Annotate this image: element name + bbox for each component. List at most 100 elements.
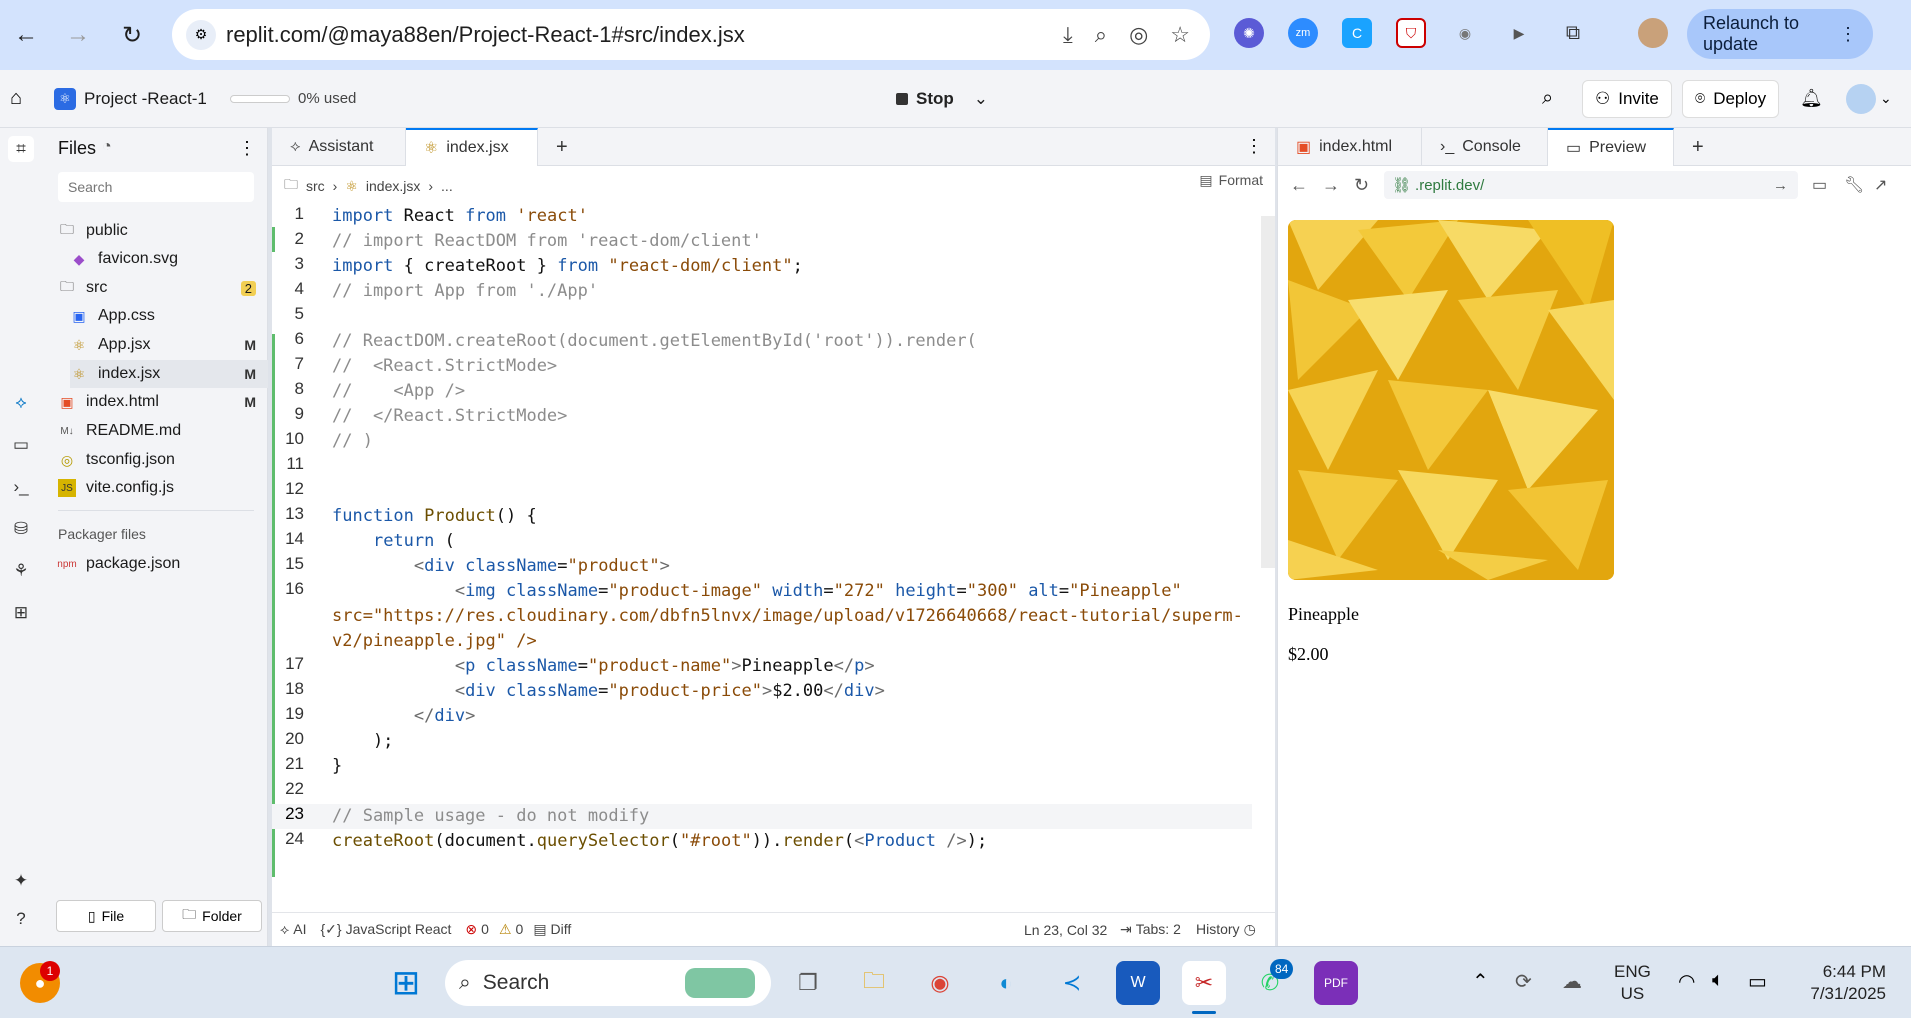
git-icon[interactable]: ⚘ [8, 558, 34, 584]
agent-icon[interactable]: ⟡ [8, 390, 34, 416]
extension-icon[interactable]: ✺ [1234, 18, 1264, 48]
new-tab-button[interactable]: + [1674, 128, 1722, 166]
tab-index-jsx[interactable]: ⚛ index.jsx [406, 128, 538, 166]
site-info-icon[interactable]: ⚙ [186, 19, 216, 50]
new-file-button[interactable]: ▯ File [56, 900, 156, 932]
zoom-ext-icon[interactable]: zm [1288, 18, 1318, 48]
pdf-app-icon[interactable]: PDF [1314, 961, 1358, 1005]
camera-icon[interactable]: ◉ [1450, 18, 1480, 48]
breadcrumb-item[interactable]: ... [441, 178, 453, 194]
files-menu-icon[interactable]: ⋮ [238, 138, 256, 159]
tree-file-package-json[interactable]: npm package.json [57, 550, 180, 578]
vscode-icon[interactable]: ≺ [1050, 961, 1094, 1005]
new-tab-button[interactable]: + [538, 128, 586, 166]
terminal-icon[interactable]: ›_ [8, 474, 34, 500]
tree-file-vite-config[interactable]: JS vite.config.js [58, 474, 174, 502]
puzzle-icon[interactable]: ⧉ [1558, 18, 1588, 48]
tabs-status[interactable]: ⇥ Tabs: 2 [1120, 921, 1181, 938]
forward-icon[interactable]: → [58, 15, 98, 55]
cursor-position[interactable]: Ln 23, Col 32 [1024, 922, 1107, 938]
tab-console[interactable]: ›_ Console [1422, 128, 1548, 166]
devices-icon[interactable]: ▭ [1812, 175, 1827, 195]
back-icon[interactable]: ← [1290, 175, 1308, 196]
battery-icon[interactable]: ▭ [1748, 969, 1767, 994]
back-icon[interactable]: ← [6, 15, 46, 55]
tree-file-readme[interactable]: M↓ README.md [58, 417, 181, 445]
chevron-up-icon[interactable]: ⌃ [1472, 969, 1489, 994]
c-ext-icon[interactable]: C [1342, 18, 1372, 48]
edge-icon[interactable]: ◐ [984, 961, 1028, 1005]
url-text[interactable]: replit.com/@maya88en/Project-React-1#src… [226, 22, 745, 48]
tree-file-favicon[interactable]: ◆ favicon.svg [70, 245, 178, 273]
eye-off-icon[interactable]: ◎ [1129, 22, 1148, 48]
search-icon[interactable]: ⌕ [1542, 87, 1553, 110]
word-icon[interactable]: W [1116, 961, 1160, 1005]
snipping-tool-icon[interactable]: ✂ [1182, 961, 1226, 1005]
stop-button[interactable]: Stop ⌄ [896, 80, 988, 118]
wifi-icon[interactable]: ◠ [1678, 969, 1695, 994]
chevron-down-icon[interactable]: ⌄ [974, 89, 988, 109]
reload-icon[interactable]: ↻ [1354, 175, 1369, 196]
relaunch-button[interactable]: Relaunch to update ⋮ [1687, 9, 1873, 59]
video-icon[interactable]: ▶ [1504, 18, 1534, 48]
taskbar-search[interactable]: ⌕ Search [445, 960, 771, 1006]
clock[interactable]: 6:44 PM 7/31/2025 [1790, 961, 1886, 1005]
breadcrumb-item[interactable]: src [306, 178, 325, 194]
devtools-icon[interactable]: 🔧︎ [1844, 175, 1864, 195]
tree-file-app-css[interactable]: ▣ App.css [70, 302, 155, 330]
invite-button[interactable]: ⚇ Invite [1582, 79, 1672, 118]
file-search-input[interactable] [58, 172, 254, 202]
tree-folder-public[interactable]: 🗀 public [58, 217, 128, 245]
windows-start-icon[interactable]: ⊞ [384, 961, 428, 1005]
editor-menu-icon[interactable]: ⋮ [1245, 136, 1263, 157]
tree-file-tsconfig[interactable]: ◎ tsconfig.json [58, 446, 175, 474]
tab-preview[interactable]: ▭ Preview [1548, 128, 1674, 166]
cloud-icon[interactable]: ☁ [1562, 969, 1582, 994]
address-bar[interactable]: ⚙ replit.com/@maya88en/Project-React-1#s… [172, 9, 1210, 60]
format-button[interactable]: ▤ Format [1199, 172, 1263, 189]
warnings-status[interactable]: ⚠ 0 [499, 921, 523, 938]
home-icon[interactable]: ⌂ [10, 87, 22, 110]
shield-ext-icon[interactable]: ⛉ [1396, 18, 1426, 48]
tree-file-index-html[interactable]: ▣ index.html M [58, 388, 268, 416]
avatar-chevron-icon[interactable]: ⌄ [1880, 90, 1892, 107]
scrollbar[interactable] [1261, 216, 1275, 568]
forward-icon[interactable]: → [1322, 175, 1340, 196]
monitor-icon[interactable]: ▭ [8, 432, 34, 458]
errors-status[interactable]: ⊗ 0 [465, 921, 489, 938]
zoom-icon[interactable]: ⌕ [1095, 22, 1107, 48]
chrome-icon[interactable]: ◉ [918, 961, 962, 1005]
language-indicator[interactable]: ENG US [1614, 961, 1651, 1005]
bell-icon[interactable]: 🔔︎ [1800, 88, 1823, 109]
tree-file-index-jsx[interactable]: ⚛ index.jsx M [70, 360, 268, 388]
avatar[interactable] [1638, 18, 1668, 48]
help-icon[interactable]: ? [8, 906, 34, 932]
sparkle-icon[interactable]: ✦ [8, 868, 34, 894]
project-name[interactable]: Project -React-1 [84, 89, 207, 109]
tree-file-app-jsx[interactable]: ⚛ App.jsx M [70, 331, 268, 359]
volume-icon[interactable]: 🔈︎ [1712, 969, 1724, 992]
new-folder-button[interactable]: 🗀 Folder [162, 900, 262, 932]
tab-index-html[interactable]: ▣ index.html [1278, 128, 1422, 166]
history-status[interactable]: History ◷ [1196, 921, 1256, 938]
explorer-icon[interactable]: ⌗ [8, 136, 34, 162]
user-avatar[interactable] [1846, 83, 1876, 114]
breadcrumb-item[interactable]: index.jsx [366, 178, 420, 194]
ai-status[interactable]: ⟡ AI [280, 921, 307, 938]
tab-assistant[interactable]: ⟡ Assistant [272, 128, 406, 166]
tree-folder-src[interactable]: 🗀 src 2 [58, 274, 268, 302]
apps-icon[interactable]: ⊞ [8, 600, 34, 626]
go-icon[interactable]: → [1773, 177, 1788, 194]
reload-icon[interactable]: ↻ [112, 15, 152, 55]
database-icon[interactable]: ⛁ [8, 516, 34, 542]
diff-status[interactable]: ▤ Diff [533, 921, 571, 938]
task-view-icon[interactable]: ❐ [786, 961, 830, 1005]
deploy-button[interactable]: ⌾ Deploy [1682, 79, 1780, 118]
star-icon[interactable]: ☆ [1170, 22, 1190, 48]
language-status[interactable]: {✓} JavaScript React [321, 921, 452, 938]
preview-url-bar[interactable]: ⛓ .replit.dev/ → [1384, 171, 1798, 199]
sync-icon[interactable]: ⟳ [1515, 969, 1532, 994]
file-explorer-icon[interactable]: 🗀 [852, 961, 896, 1005]
install-icon[interactable]: ⤓ [1063, 22, 1073, 48]
external-link-icon[interactable]: ↗ [1874, 175, 1887, 195]
